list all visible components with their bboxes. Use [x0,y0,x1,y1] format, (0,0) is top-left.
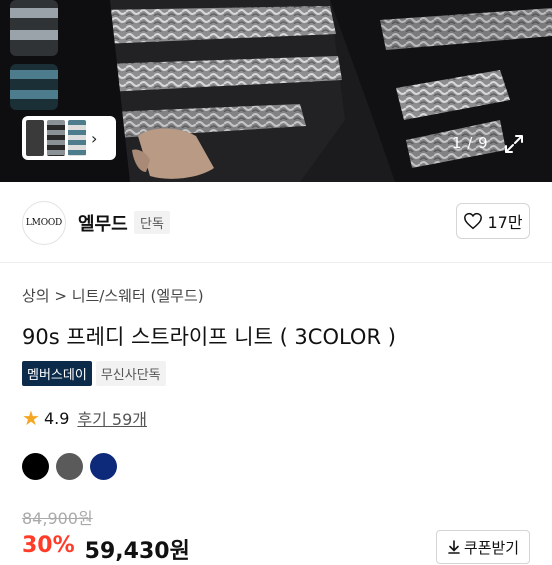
sale-price: 59,430원 [84,539,190,564]
coupon-label: 쿠폰받기 [463,538,520,557]
breadcrumb[interactable]: 상의 > 니트/스웨터 (엘무드) [22,285,204,306]
review-link[interactable]: 후기 59개 [77,406,147,430]
thumb-image-1 [10,0,58,56]
gallery-thumb-set[interactable]: › [22,116,116,160]
rating-score: 4.9 [43,408,70,428]
mini-thumb-1 [26,120,44,156]
star-icon: ★ [22,406,40,430]
color-swatches [22,453,117,480]
price-row: 30% 59,430원 [22,533,190,565]
like-count: 17만 [487,213,523,232]
discount-rate: 30% [22,533,75,558]
swatch-navy[interactable] [90,453,117,480]
product-title: 90s 프레디 스트라이프 니트 ( 3COLOR ) [22,325,396,349]
tag-musinsa-exclusive: 무신사단독 [95,361,166,386]
heart-icon [464,212,483,230]
gallery-thumb-1[interactable] [10,0,58,56]
brand-row: LMOOD 엘무드 단독 17만 [0,182,552,263]
thumb-image-2 [10,64,58,110]
mini-thumb-3 [68,120,86,156]
swatch-gray[interactable] [56,453,83,480]
expand-icon[interactable] [502,132,526,156]
tag-row: 멤버스데이 무신사단독 [22,361,166,386]
gallery-thumb-2[interactable] [10,64,58,110]
brand-name[interactable]: 엘무드 [78,210,128,236]
chevron-right-icon: › [91,128,98,148]
coupon-button[interactable]: 쿠폰받기 [436,530,530,564]
exclusive-badge: 단독 [134,211,170,234]
like-button[interactable]: 17만 [456,203,530,239]
tag-members-day: 멤버스데이 [22,361,92,386]
brand-logo-text: LMOOD [25,218,63,228]
original-price: 84,900원 [22,509,93,528]
rating-row: ★ 4.9 후기 59개 [22,406,147,430]
product-image-gallery[interactable]: › 1 / 9 [0,0,552,182]
mini-thumb-2 [47,120,65,156]
image-counter: 1 / 9 [452,134,489,152]
swatch-black[interactable] [22,453,49,480]
brand-logo[interactable]: LMOOD [22,201,66,245]
